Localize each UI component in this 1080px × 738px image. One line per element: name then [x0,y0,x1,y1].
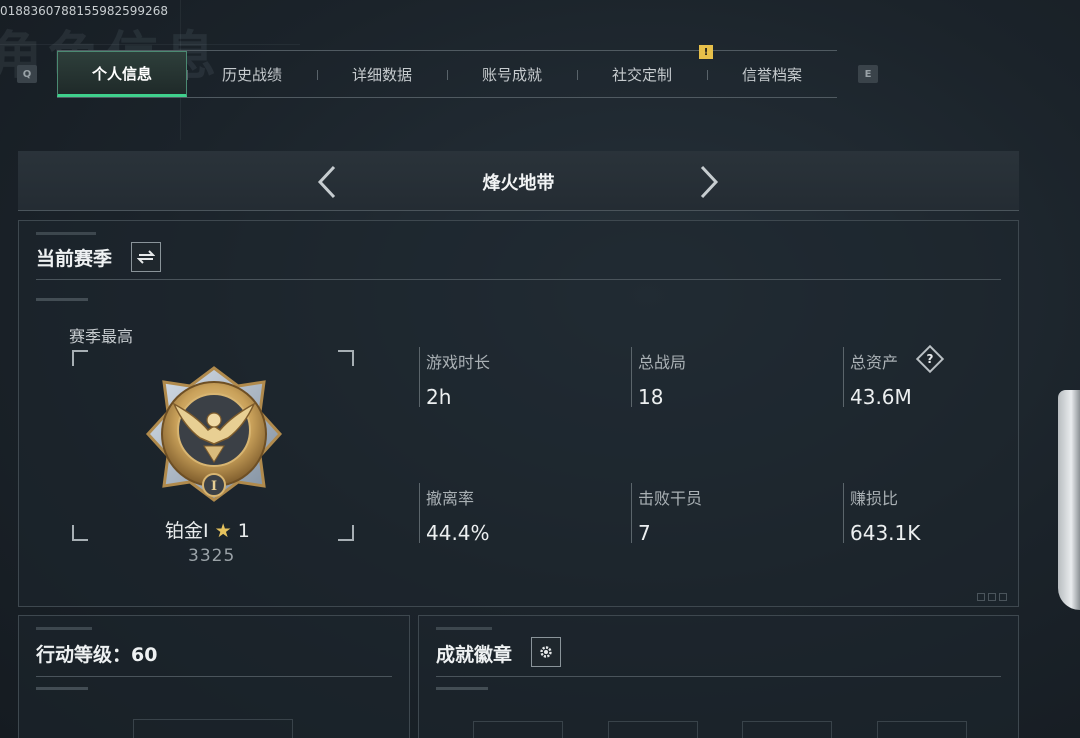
stat-value: 2h [426,385,452,409]
gear-icon [540,646,552,658]
stat-profit-loss-ratio: 赚损比 643.1K [843,483,1043,545]
rank-title: 铂金Ⅰ ★ 1 [165,516,250,543]
svg-text:I: I [211,479,217,494]
stat-extraction-rate: 撤离率 44.4% [419,483,619,545]
stat-total-assets: 总资产 43.6M [843,347,1043,409]
rank-name: 铂金Ⅰ [165,520,209,542]
stat-value: 643.1K [850,521,921,545]
decor-bar [36,298,88,301]
stat-value: 44.4% [426,521,490,545]
frame-corner [338,525,354,541]
help-icon-glyph: ? [926,352,934,366]
tab-social-custom-label: 社交定制 [611,65,672,84]
rank-star-count: 1 [237,520,250,542]
stat-label: 击败干员 [638,489,703,508]
tab-account-achievements[interactable]: 账号成就 [447,51,577,97]
rank-score: 3325 [188,546,236,566]
level-card [133,719,293,738]
stat-label: 总资产 [850,353,899,372]
stat-value: 18 [638,385,664,409]
decor-squares [977,593,1009,601]
star-icon: ★ [214,520,232,542]
panel-divider [436,676,1001,677]
chevron-right-icon[interactable] [698,165,722,199]
decor-bar [436,687,488,690]
stat-label: 赚损比 [850,489,899,508]
tab-credit-record[interactable]: 信誉档案 [707,51,837,97]
operator-figure [1058,390,1080,610]
badge-slot[interactable] [473,721,563,738]
frame-corner [338,350,354,366]
stat-label: 撤离率 [426,489,475,508]
badge-slot[interactable] [742,721,832,738]
tab-social-custom[interactable]: 社交定制 ! [577,45,713,97]
stat-value: 7 [638,521,651,545]
mode-selector: 烽火地带 [18,151,1019,211]
decor-mark [436,627,492,630]
tab-match-history[interactable]: 历史战绩 [187,51,317,97]
stat-label: 游戏时长 [426,353,491,372]
action-level-title: 行动等级：60 [36,644,158,666]
frame-corner [72,525,88,541]
stat-play-time: 游戏时长 2h [419,347,619,409]
decor-mark [36,232,96,235]
mode-title: 烽火地带 [482,173,555,194]
season-panel-title: 当前赛季 [36,248,113,270]
frame-corner [72,350,88,366]
decor-mark [36,627,92,630]
e-key-hint[interactable]: E [858,65,878,83]
badge-slot[interactable] [608,721,698,738]
tab-personal-info[interactable]: 个人信息 [57,51,187,97]
badge-settings-button[interactable] [531,637,561,667]
decor-bar [36,687,88,690]
achievement-badge-title: 成就徽章 [436,644,513,666]
stat-total-matches: 总战局 18 [631,347,831,409]
season-best-label: 赛季最高 [69,327,134,346]
decor-line [0,44,300,45]
badge-slot[interactable] [877,721,967,738]
swap-season-button[interactable] [131,242,161,272]
stat-label: 总战局 [638,353,687,372]
stat-operators-defeated: 击败干员 7 [631,483,831,545]
tab-detailed-data[interactable]: 详细数据 [317,51,447,97]
platinum-rank-medal-icon: I [145,366,283,502]
panel-divider [36,676,392,677]
stat-value: 43.6M [850,385,912,409]
main-tab-bar: 个人信息 历史战绩 详细数据 账号成就 社交定制 ! 信誉档案 [57,45,837,98]
swap-icon [137,250,155,264]
panel-divider [36,279,1001,280]
q-key-hint[interactable]: Q [17,65,37,83]
